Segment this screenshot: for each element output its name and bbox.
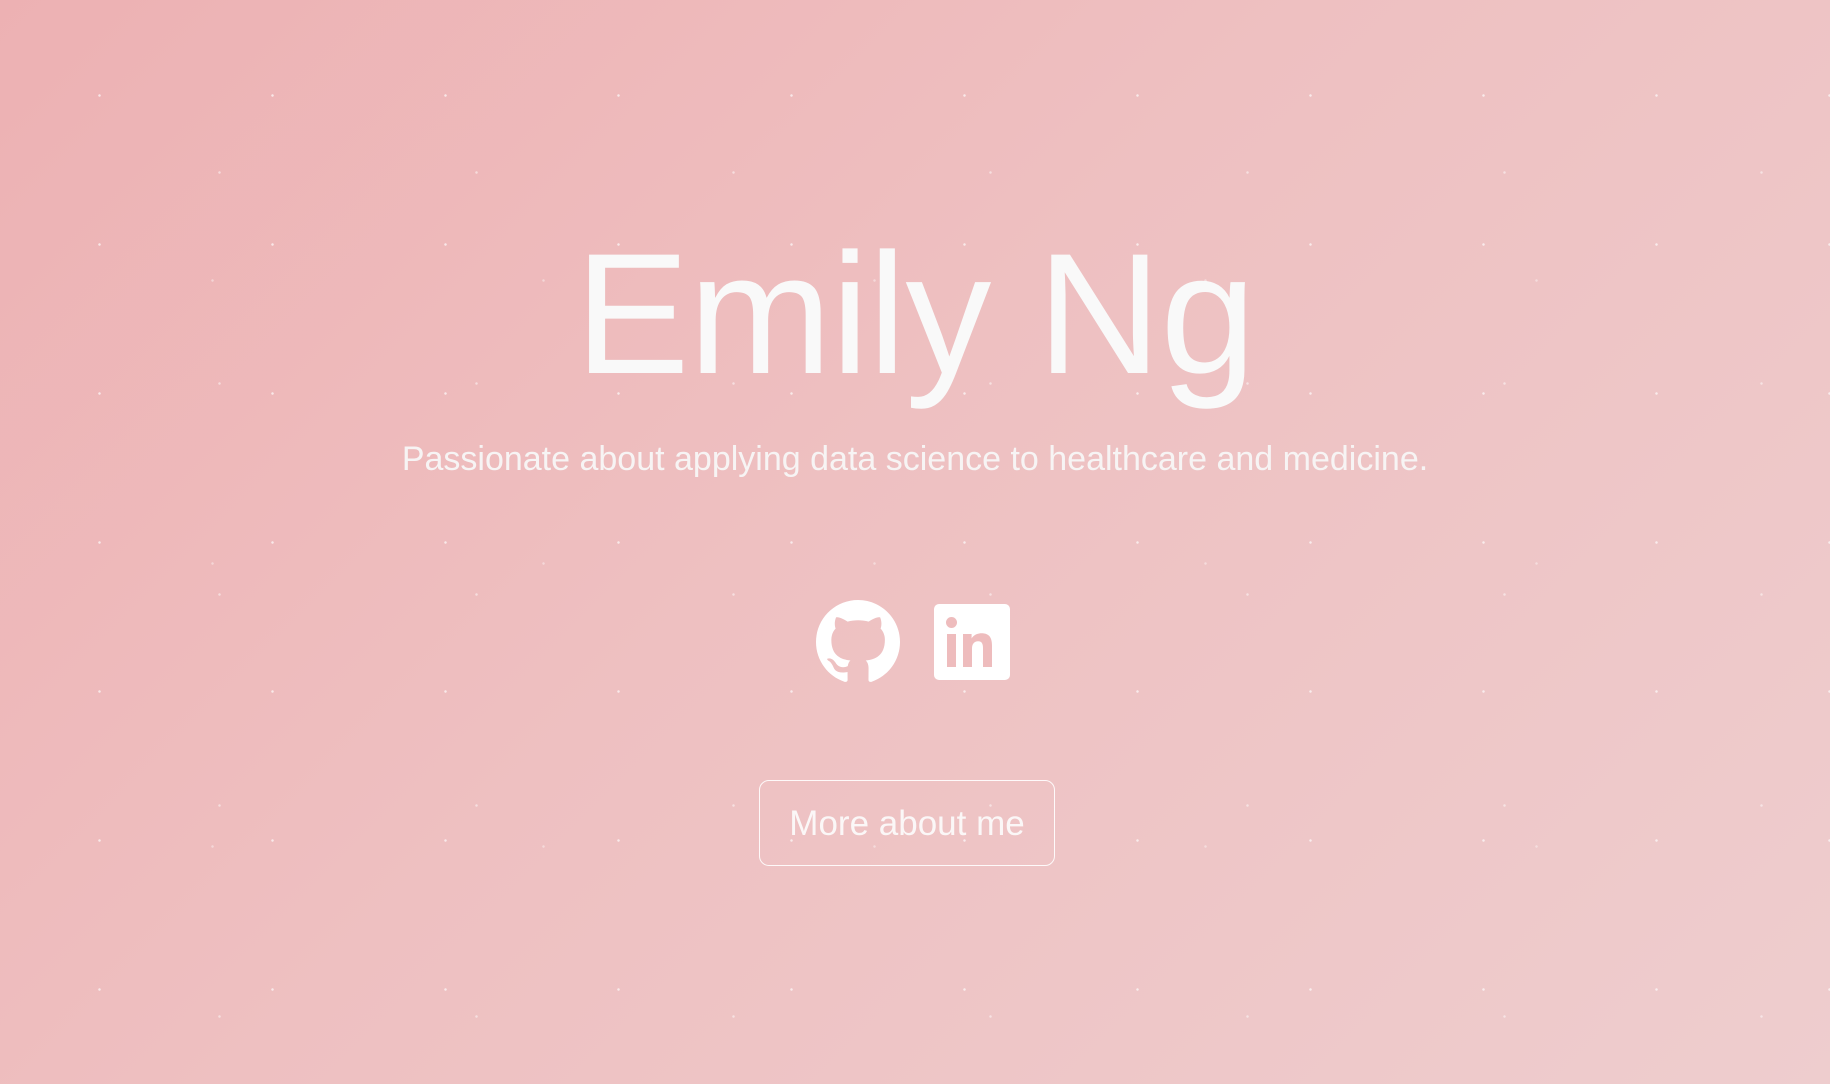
- hero-section: Emily Ng Passionate about applying data …: [0, 0, 1830, 1084]
- linkedin-icon: [934, 604, 1010, 680]
- github-icon: [816, 600, 900, 682]
- github-link[interactable]: [816, 600, 900, 684]
- hero-tagline: Passionate about applying data science t…: [401, 440, 1429, 478]
- hero-name: Emily Ng: [574, 218, 1256, 410]
- social-links: [0, 600, 1830, 684]
- linkedin-link[interactable]: [930, 600, 1014, 684]
- more-about-me-button[interactable]: More about me: [759, 780, 1055, 866]
